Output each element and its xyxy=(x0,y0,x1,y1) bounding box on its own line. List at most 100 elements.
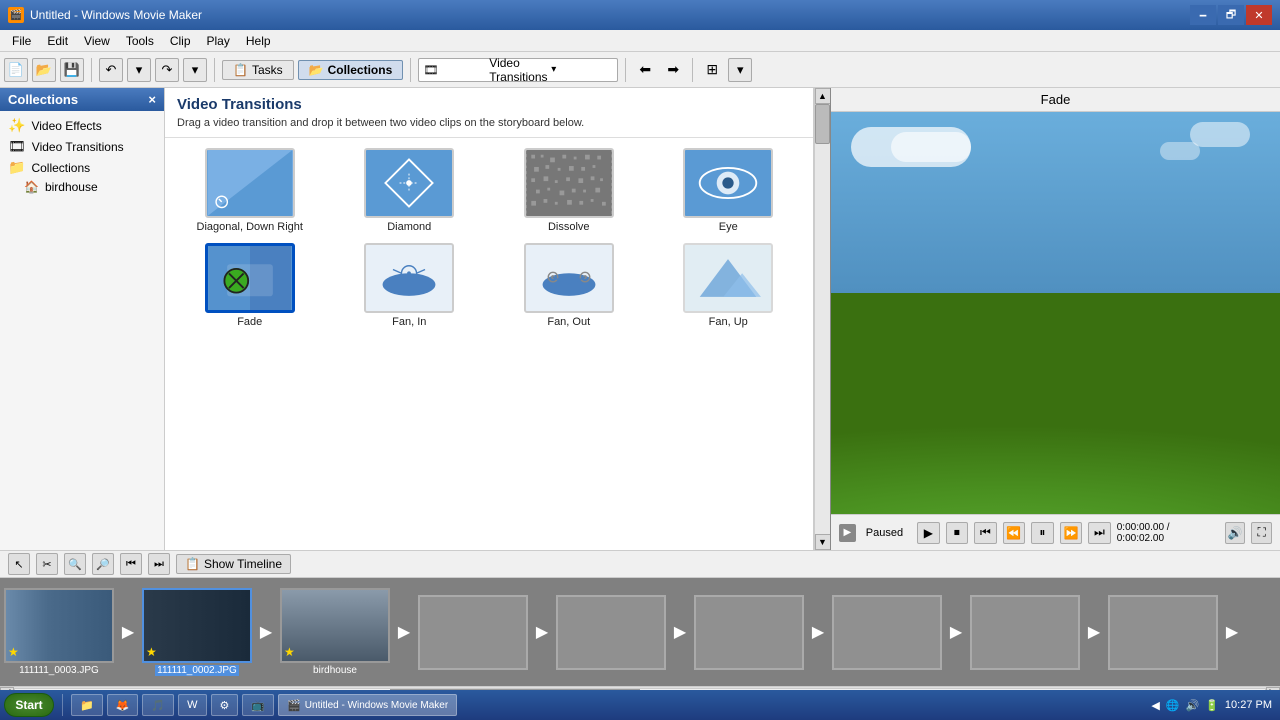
taskbar-app-media[interactable]: 🎵 xyxy=(142,694,174,716)
transition-fade[interactable]: Fade xyxy=(175,243,325,328)
transitions-panel: Video Transitions Drag a video transitio… xyxy=(165,88,814,550)
story-empty-5 xyxy=(970,595,1080,670)
storyboard-select[interactable]: ↖ xyxy=(8,553,30,575)
transition-diamond[interactable]: Diamond xyxy=(335,148,485,233)
preview-pause[interactable]: ⏸ xyxy=(1031,522,1054,544)
maximize-button[interactable]: 🗗 xyxy=(1218,5,1244,25)
preview-ff[interactable]: ⏩ xyxy=(1060,522,1083,544)
undo-button[interactable]: ↶ xyxy=(99,58,123,82)
transitions-description: Drag a video transition and drop it betw… xyxy=(177,117,801,129)
scrollbar-track[interactable] xyxy=(815,104,830,534)
menu-play[interactable]: Play xyxy=(199,32,238,50)
preview-prev[interactable]: ⏮ xyxy=(974,522,997,544)
transition-arrow-6[interactable]: ▶ xyxy=(804,595,832,670)
storyboard-prev-frame[interactable]: ⏮ xyxy=(120,553,142,575)
tray-expand[interactable]: ◀ xyxy=(1151,699,1159,712)
sidebar-item-video-effects[interactable]: ✨ Video Effects xyxy=(4,115,160,136)
storyboard-zoomout[interactable]: 🔎 xyxy=(92,553,114,575)
show-timeline-button[interactable]: 📋 Show Timeline xyxy=(176,554,291,574)
volume-tray-icon[interactable]: 🔊 xyxy=(1186,699,1200,712)
transition-thumb-fan-in xyxy=(364,243,454,313)
transitions-area: Video Transitions Drag a video transitio… xyxy=(165,88,830,550)
preview-play[interactable]: ▶ xyxy=(917,522,940,544)
sidebar-item-birdhouse[interactable]: 🏠 birdhouse xyxy=(4,178,160,196)
view-button[interactable]: ⊞ xyxy=(700,58,724,82)
fullscreen-button[interactable]: ⛶ xyxy=(1251,522,1272,544)
transition-fan-up[interactable]: Fan, Up xyxy=(654,243,804,328)
transition-arrow-9[interactable]: ▶ xyxy=(1218,595,1246,670)
taskbar-app-word[interactable]: W xyxy=(178,694,206,716)
collections-button[interactable]: 📂 Collections xyxy=(298,60,404,80)
story-clip-2[interactable]: ★ 111111_0002.JPG xyxy=(142,588,252,676)
clock: 10:27 PM xyxy=(1225,699,1272,711)
story-clip-3[interactable]: ★ birdhouse xyxy=(280,588,390,676)
collections-label: Collections xyxy=(328,63,393,77)
preview-rew[interactable]: ⏪ xyxy=(1003,522,1026,544)
taskbar-app-explorer[interactable]: 📁 xyxy=(71,694,103,716)
clip-2-star: ★ xyxy=(146,645,157,659)
transition-thumb-dissolve xyxy=(524,148,614,218)
transition-arrow-4[interactable]: ▶ xyxy=(528,595,556,670)
taskbar-active-window[interactable]: 🎬 Untitled - Windows Movie Maker xyxy=(278,694,457,716)
menu-help[interactable]: Help xyxy=(238,32,279,50)
story-label-1: 111111_0003.JPG xyxy=(19,665,99,676)
scrollbar-up[interactable]: ▲ xyxy=(815,88,831,104)
scrollbar-down[interactable]: ▼ xyxy=(815,534,831,550)
preview-next[interactable]: ⏭ xyxy=(1088,522,1111,544)
preview-stop[interactable]: ⏹ xyxy=(946,522,969,544)
transition-arrow-5[interactable]: ▶ xyxy=(666,595,694,670)
back-button[interactable]: ⬅ xyxy=(633,58,657,82)
story-clip-1[interactable]: ★ 111111_0003.JPG xyxy=(4,588,114,676)
storyboard-zoomin[interactable]: 🔍 xyxy=(64,553,86,575)
menu-edit[interactable]: Edit xyxy=(39,32,76,50)
transition-dissolve[interactable]: Dissolve xyxy=(494,148,644,233)
transition-arrow-3[interactable]: ▶ xyxy=(390,595,418,670)
taskbar-app-tv[interactable]: 📺 xyxy=(242,694,274,716)
storyboard-trim[interactable]: ✂ xyxy=(36,553,58,575)
transition-thumb-diagonal xyxy=(205,148,295,218)
collections-panel-header: Collections × xyxy=(0,88,164,111)
story-empty-6 xyxy=(1108,595,1218,670)
menu-clip[interactable]: Clip xyxy=(162,32,199,50)
collections-panel-close[interactable]: × xyxy=(148,92,156,107)
volume-button[interactable]: 🔊 xyxy=(1225,522,1246,544)
minimize-button[interactable]: 🗕 xyxy=(1190,5,1216,25)
scrollbar-thumb[interactable] xyxy=(815,104,830,144)
transition-arrow-8[interactable]: ▶ xyxy=(1080,595,1108,670)
taskbar-app-settings[interactable]: ⚙ xyxy=(211,694,239,716)
start-button[interactable]: Start xyxy=(4,693,54,717)
transition-arrow-7[interactable]: ▶ xyxy=(942,595,970,670)
menu-view[interactable]: View xyxy=(76,32,118,50)
sidebar-item-collections[interactable]: 📁 Collections xyxy=(4,157,160,178)
new-button[interactable]: 📄 xyxy=(4,58,28,82)
separator-2 xyxy=(214,58,215,82)
story-label-2: 111111_0002.JPG xyxy=(155,665,239,676)
storyboard-next-frame[interactable]: ⏭ xyxy=(148,553,170,575)
menu-tools[interactable]: Tools xyxy=(118,32,162,50)
transition-fan-in[interactable]: Fan, In xyxy=(335,243,485,328)
menu-file[interactable]: File xyxy=(4,32,39,50)
story-empty-4 xyxy=(832,595,942,670)
forward-button[interactable]: ➡ xyxy=(661,58,685,82)
open-button[interactable]: 📂 xyxy=(32,58,56,82)
category-icon: 🎞 xyxy=(423,63,485,77)
transition-fan-out[interactable]: Fan, Out xyxy=(494,243,644,328)
transition-eye[interactable]: Eye xyxy=(654,148,804,233)
tasks-button[interactable]: 📋 Tasks xyxy=(222,60,294,80)
sidebar-item-video-transitions[interactable]: 🎞 Video Transitions xyxy=(4,136,160,157)
save-button[interactable]: 💾 xyxy=(60,58,84,82)
close-button[interactable]: ✕ xyxy=(1246,5,1272,25)
transition-diagonal-down-right[interactable]: Diagonal, Down Right xyxy=(175,148,325,233)
redo-button[interactable]: ↷ xyxy=(155,58,179,82)
category-dropdown[interactable]: 🎞 Video Transitions ▾ xyxy=(418,58,618,82)
preview-title: Fade xyxy=(831,88,1280,112)
view-dropdown[interactable]: ▾ xyxy=(728,58,752,82)
transitions-scrollbar[interactable]: ▲ ▼ xyxy=(814,88,830,550)
window-controls: 🗕 🗗 ✕ xyxy=(1190,5,1272,25)
undo-dropdown[interactable]: ▾ xyxy=(127,58,151,82)
transition-arrow-2[interactable]: ▶ xyxy=(252,595,280,670)
redo-dropdown[interactable]: ▾ xyxy=(183,58,207,82)
firefox-icon: 🦊 xyxy=(116,699,130,712)
transition-arrow-1[interactable]: ▶ xyxy=(114,595,142,670)
taskbar-app-firefox[interactable]: 🦊 xyxy=(107,694,139,716)
